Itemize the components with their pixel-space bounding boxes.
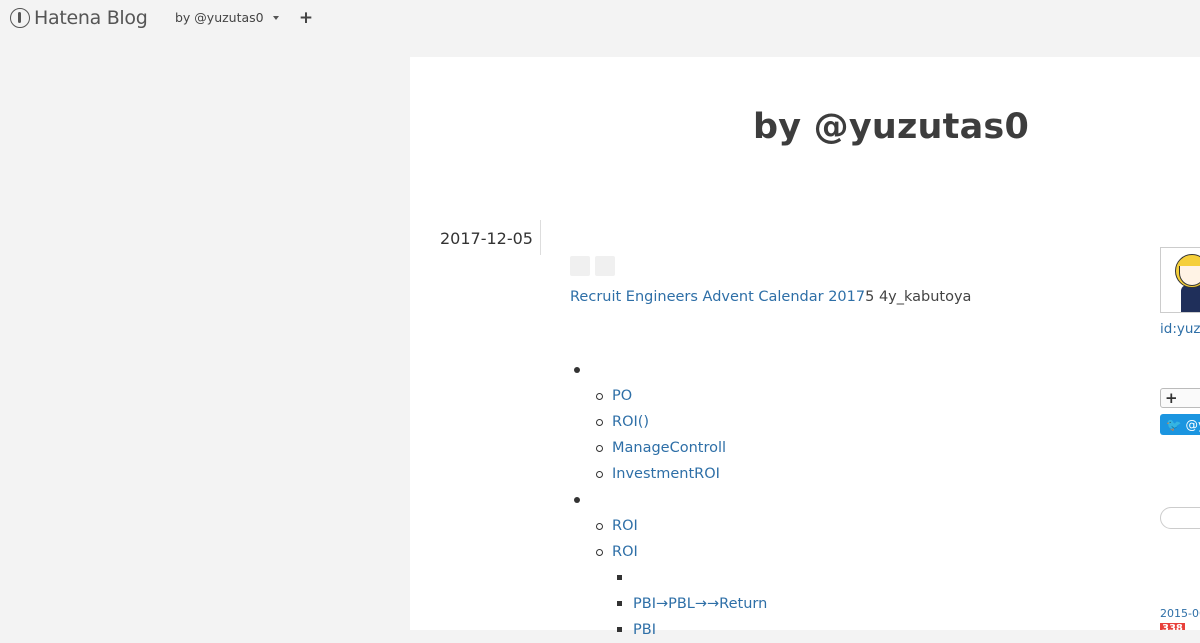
bullet-icon (617, 601, 622, 606)
toc-link[interactable]: PBI→PBL→→Return (633, 596, 767, 612)
bullet-icon (574, 497, 580, 503)
bullet-icon (596, 471, 603, 478)
hatena-blog-logo[interactable]: Hatena Blog (10, 7, 148, 29)
bullet-icon (596, 549, 603, 556)
bullet-icon (596, 419, 603, 426)
new-post-button[interactable]: + (298, 9, 314, 27)
hatena-logo-icon (10, 8, 30, 28)
toc-item: InvestmentROI (570, 461, 970, 487)
toc-link[interactable]: ManageControll (612, 440, 726, 456)
toc-link[interactable]: ROI (612, 518, 638, 534)
bullet-icon (596, 445, 603, 452)
toc-section: ROI ROI PBI→PBL→→Return PBI (570, 487, 970, 643)
twitter-icon: 🐦 (1166, 417, 1186, 432)
chevron-down-icon (272, 15, 279, 20)
toc-item: ROI (570, 513, 970, 539)
archive-date-link[interactable]: 2015-06 (1160, 607, 1200, 620)
toc-section: PO ROI() ManageControll InvestmentROI (570, 357, 970, 487)
entry-date-text[interactable]: 2017-12-05 (440, 229, 533, 248)
blog-title[interactable]: by @yuzutas0 (753, 107, 1029, 147)
twitter-follow-button[interactable]: 🐦 @yuzutas0 (1160, 414, 1200, 435)
bullet-icon (596, 523, 603, 530)
twitter-handle: @yuzutas0 (1185, 417, 1200, 432)
intro-text: 5 4y_kabutoya (865, 289, 972, 305)
table-of-contents: PO ROI() ManageControll InvestmentROI RO… (570, 357, 970, 643)
toc-link[interactable]: ROI (612, 544, 638, 560)
profile-id-link[interactable]: id:yuzutas0 (1160, 321, 1200, 337)
toc-subitem (570, 565, 970, 591)
entry-intro: Recruit Engineers Advent Calendar 20175 … (570, 289, 971, 305)
toc-subitem: PBI→PBL→→Return (570, 591, 970, 617)
bullet-icon (574, 367, 580, 373)
global-header: Hatena Blog by @yuzutas0 + (0, 0, 1200, 38)
bullet-icon (596, 393, 603, 400)
toc-item: ROI (570, 539, 970, 565)
share-buttons (570, 256, 615, 276)
main-content: by @yuzutas0 2017-12-05 Recruit Engineer… (410, 57, 1200, 638)
search-input[interactable] (1160, 507, 1200, 529)
toc-link[interactable]: PBI (633, 622, 656, 638)
archive-item[interactable]: 338 (1160, 623, 1185, 630)
toc-link[interactable]: InvestmentROI (612, 466, 720, 482)
toc-item: ManageControll (570, 435, 970, 461)
share-button[interactable] (595, 256, 615, 276)
avatar[interactable] (1160, 247, 1200, 313)
logo-text: Hatena Blog (34, 7, 148, 29)
toc-link[interactable]: ROI() (612, 414, 649, 430)
advent-calendar-link[interactable]: Recruit Engineers Advent Calendar 2017 (570, 289, 865, 305)
blog-switcher-label: by @yuzutas0 (175, 10, 264, 25)
toc-link[interactable]: PO (612, 388, 632, 404)
sidebar: id:yuzutas0 + 🐦 @yuzutas0 2015-06 338 (1160, 0, 1200, 630)
toc-subitem: PBI (570, 617, 970, 643)
toc-item: PO (570, 383, 970, 409)
hatena-bookmark-button[interactable] (570, 256, 590, 276)
bullet-icon (617, 575, 622, 580)
follow-button[interactable]: + (1160, 388, 1200, 408)
blog-switcher-dropdown[interactable]: by @yuzutas0 (175, 10, 279, 25)
entry-date: 2017-12-05 (440, 220, 541, 255)
toc-item: ROI() (570, 409, 970, 435)
avatar-body (1181, 285, 1200, 312)
bookmark-count-badge: 338 (1160, 623, 1185, 630)
